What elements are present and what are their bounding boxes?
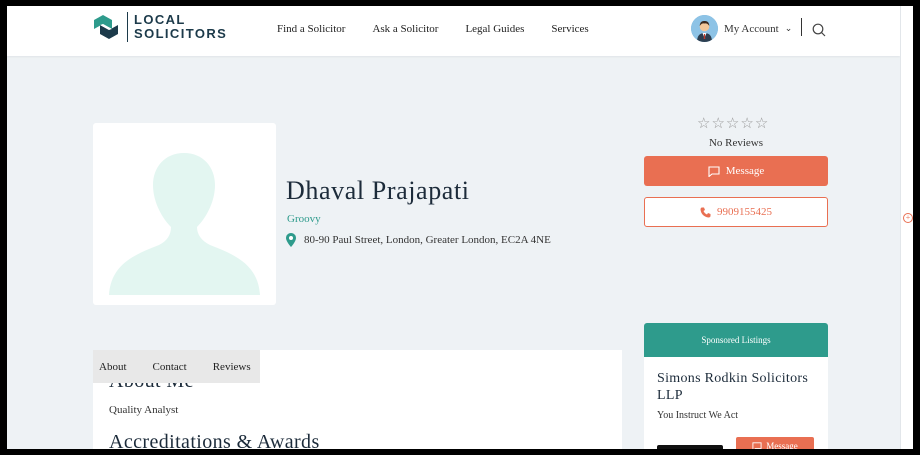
star-rating: ☆ ☆ ☆ ☆ ☆ xyxy=(697,116,769,131)
header-divider xyxy=(801,18,802,36)
profile-name: Dhaval Prajapati xyxy=(286,176,470,205)
logo-divider xyxy=(127,12,128,42)
placeholder-person-icon xyxy=(109,153,260,295)
browser-viewport: LOCAL SOLICITORS Find a Solicitor Ask a … xyxy=(7,6,913,449)
profile-tagline: Groovy xyxy=(287,213,321,225)
tab-reviews[interactable]: Reviews xyxy=(207,361,251,373)
message-icon xyxy=(708,165,720,177)
message-button-label: Message xyxy=(725,165,765,177)
phone-button[interactable]: 9909155425 xyxy=(644,197,828,227)
account-label: My Account xyxy=(724,22,779,35)
profile-photo xyxy=(93,123,276,305)
nav-find-solicitor[interactable]: Find a Solicitor xyxy=(277,23,345,35)
phone-number: 9909155425 xyxy=(717,206,772,218)
about-text: Quality Analyst xyxy=(109,404,179,416)
logo-line-1: LOCAL xyxy=(134,12,186,27)
phone-icon xyxy=(700,207,711,217)
sponsored-firm-tagline: You Instruct We Act xyxy=(657,410,739,421)
logo-line-2: SOLICITORS xyxy=(134,26,228,41)
message-button[interactable]: Message xyxy=(644,156,828,186)
profile-tabs: About Contact Reviews xyxy=(93,350,260,383)
sponsored-header: Sponsored Listings xyxy=(644,323,828,357)
add-circle-icon[interactable]: + xyxy=(903,213,913,223)
site-header: LOCAL SOLICITORS Find a Solicitor Ask a … xyxy=(7,6,900,56)
account-menu[interactable]: My Account ⌄ xyxy=(691,15,792,42)
star-icon: ☆ xyxy=(697,114,711,132)
star-icon: ☆ xyxy=(711,114,725,132)
tab-about[interactable]: About xyxy=(93,361,127,373)
star-icon: ☆ xyxy=(754,114,769,132)
sponsored-message-button[interactable]: Message xyxy=(736,437,814,449)
chevron-down-icon: ⌄ xyxy=(784,23,793,33)
accreditations-heading: Accreditations & Awards xyxy=(109,431,320,449)
profile-address: 80-90 Paul Street, London, Greater Londo… xyxy=(286,233,551,247)
sponsored-firm-name[interactable]: Simons Rodkin Solicitors LLP xyxy=(657,370,817,404)
sponsored-message-label: Message xyxy=(766,441,798,449)
nav-services[interactable]: Services xyxy=(551,23,588,35)
address-text: 80-90 Paul Street, London, Greater Londo… xyxy=(304,234,551,246)
reviews-count: No Reviews xyxy=(708,137,764,149)
star-icon: ☆ xyxy=(725,114,740,132)
nav-legal-guides[interactable]: Legal Guides xyxy=(465,23,524,35)
logo-wordmark: LOCAL SOLICITORS xyxy=(134,13,227,41)
side-panel-edge xyxy=(900,6,913,449)
search-icon[interactable] xyxy=(812,23,826,37)
main-nav: Find a Solicitor Ask a Solicitor Legal G… xyxy=(277,23,616,35)
star-icon: ☆ xyxy=(740,114,754,132)
message-icon xyxy=(752,441,762,449)
user-avatar-icon xyxy=(691,15,718,42)
location-pin-icon xyxy=(286,233,296,247)
sponsored-call-button[interactable] xyxy=(657,445,723,449)
site-logo[interactable]: LOCAL SOLICITORS xyxy=(91,12,227,42)
nav-ask-solicitor[interactable]: Ask a Solicitor xyxy=(372,23,438,35)
logo-icon xyxy=(94,15,118,39)
tab-contact[interactable]: Contact xyxy=(147,361,187,373)
